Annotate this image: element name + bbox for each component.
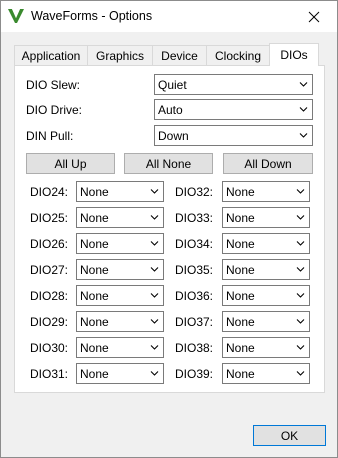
tab-label: DIOs bbox=[280, 48, 308, 62]
chevron-down-icon bbox=[296, 345, 305, 350]
tab-label: Clocking bbox=[214, 49, 262, 63]
tab-device[interactable]: Device bbox=[152, 45, 207, 66]
dio37-value: None bbox=[226, 314, 255, 329]
chevron-down-icon bbox=[299, 107, 308, 112]
din-pull-select[interactable]: Down bbox=[154, 125, 313, 146]
dio38-value: None bbox=[226, 340, 255, 355]
dio-slew-select[interactable]: Quiet bbox=[154, 74, 313, 95]
dio29-value: None bbox=[80, 314, 109, 329]
title-bar[interactable]: WaveForms - Options bbox=[1, 1, 337, 32]
dio25-select[interactable]: None bbox=[76, 207, 164, 228]
dio39-label: DIO39: bbox=[175, 367, 214, 381]
dio24-label: DIO24: bbox=[30, 185, 69, 199]
dio27-select[interactable]: None bbox=[76, 259, 164, 280]
dio32-label: DIO32: bbox=[175, 185, 214, 199]
chevron-down-icon bbox=[299, 133, 308, 138]
dio27-value: None bbox=[80, 262, 109, 277]
dio38-label: DIO38: bbox=[175, 341, 214, 355]
waveforms-logo-icon bbox=[8, 8, 24, 24]
dio-slew-label: DIO Slew: bbox=[26, 78, 81, 92]
dio31-value: None bbox=[80, 366, 109, 381]
dio27-label: DIO27: bbox=[30, 263, 69, 277]
tab-dios[interactable]: DIOs bbox=[269, 43, 319, 66]
dio31-select[interactable]: None bbox=[76, 363, 164, 384]
options-dialog: WaveForms - Options Application Graphics… bbox=[0, 0, 338, 458]
dio30-value: None bbox=[80, 340, 109, 355]
chevron-down-icon bbox=[150, 371, 159, 376]
din-pull-value: Down bbox=[158, 128, 189, 143]
dio24-select[interactable]: None bbox=[76, 181, 164, 202]
chevron-down-icon bbox=[150, 215, 159, 220]
din-pull-label: DIN Pull: bbox=[26, 129, 74, 143]
dio26-label: DIO26: bbox=[30, 237, 69, 251]
tab-label: Application bbox=[21, 49, 81, 63]
chevron-down-icon bbox=[150, 319, 159, 324]
tab-clocking[interactable]: Clocking bbox=[206, 45, 270, 66]
dio36-label: DIO36: bbox=[175, 289, 214, 303]
dio36-value: None bbox=[226, 288, 255, 303]
ok-button[interactable]: OK bbox=[253, 425, 326, 446]
dio35-select[interactable]: None bbox=[222, 259, 310, 280]
dio28-select[interactable]: None bbox=[76, 285, 164, 306]
dios-panel: DIO Slew: Quiet DIO Drive: Auto DIN Pull… bbox=[14, 65, 325, 393]
dio-drive-label: DIO Drive: bbox=[26, 103, 83, 117]
chevron-down-icon bbox=[150, 241, 159, 246]
dio32-value: None bbox=[226, 184, 255, 199]
dio34-value: None bbox=[226, 236, 255, 251]
chevron-down-icon bbox=[296, 241, 305, 246]
chevron-down-icon bbox=[296, 189, 305, 194]
dio24-value: None bbox=[80, 184, 109, 199]
chevron-down-icon bbox=[150, 293, 159, 298]
window-title: WaveForms - Options bbox=[31, 9, 153, 23]
dio-slew-value: Quiet bbox=[158, 77, 187, 92]
dio25-value: None bbox=[80, 210, 109, 225]
dio39-value: None bbox=[226, 366, 255, 381]
dio30-select[interactable]: None bbox=[76, 337, 164, 358]
all-up-button[interactable]: All Up bbox=[26, 153, 115, 174]
chevron-down-icon bbox=[299, 82, 308, 87]
tab-strip: Application Graphics Device Clocking DIO… bbox=[14, 43, 319, 66]
dio34-select[interactable]: None bbox=[222, 233, 310, 254]
close-icon bbox=[308, 11, 320, 22]
tab-application[interactable]: Application bbox=[14, 45, 88, 66]
chevron-down-icon bbox=[296, 371, 305, 376]
chevron-down-icon bbox=[296, 319, 305, 324]
dio25-label: DIO25: bbox=[30, 211, 69, 225]
dio31-label: DIO31: bbox=[30, 367, 69, 381]
dio29-select[interactable]: None bbox=[76, 311, 164, 332]
dio33-label: DIO33: bbox=[175, 211, 214, 225]
dio29-label: DIO29: bbox=[30, 315, 69, 329]
chevron-down-icon bbox=[150, 189, 159, 194]
dio26-select[interactable]: None bbox=[76, 233, 164, 254]
dio26-value: None bbox=[80, 236, 109, 251]
dio32-select[interactable]: None bbox=[222, 181, 310, 202]
dio37-label: DIO37: bbox=[175, 315, 214, 329]
chevron-down-icon bbox=[296, 293, 305, 298]
all-none-button[interactable]: All None bbox=[124, 153, 213, 174]
dio35-label: DIO35: bbox=[175, 263, 214, 277]
chevron-down-icon bbox=[150, 267, 159, 272]
dio34-label: DIO34: bbox=[175, 237, 214, 251]
chevron-down-icon bbox=[150, 345, 159, 350]
dio30-label: DIO30: bbox=[30, 341, 69, 355]
chevron-down-icon bbox=[296, 267, 305, 272]
dio-drive-select[interactable]: Auto bbox=[154, 99, 313, 120]
dio33-select[interactable]: None bbox=[222, 207, 310, 228]
dio39-select[interactable]: None bbox=[222, 363, 310, 384]
tab-graphics[interactable]: Graphics bbox=[87, 45, 153, 66]
all-down-button[interactable]: All Down bbox=[223, 153, 313, 174]
dio38-select[interactable]: None bbox=[222, 337, 310, 358]
dio33-value: None bbox=[226, 210, 255, 225]
dio28-label: DIO28: bbox=[30, 289, 69, 303]
dio35-value: None bbox=[226, 262, 255, 277]
dio36-select[interactable]: None bbox=[222, 285, 310, 306]
dio37-select[interactable]: None bbox=[222, 311, 310, 332]
tab-label: Device bbox=[161, 49, 198, 63]
dio28-value: None bbox=[80, 288, 109, 303]
dio-drive-value: Auto bbox=[158, 102, 183, 117]
close-button[interactable] bbox=[291, 1, 337, 32]
chevron-down-icon bbox=[296, 215, 305, 220]
tab-label: Graphics bbox=[95, 49, 145, 63]
